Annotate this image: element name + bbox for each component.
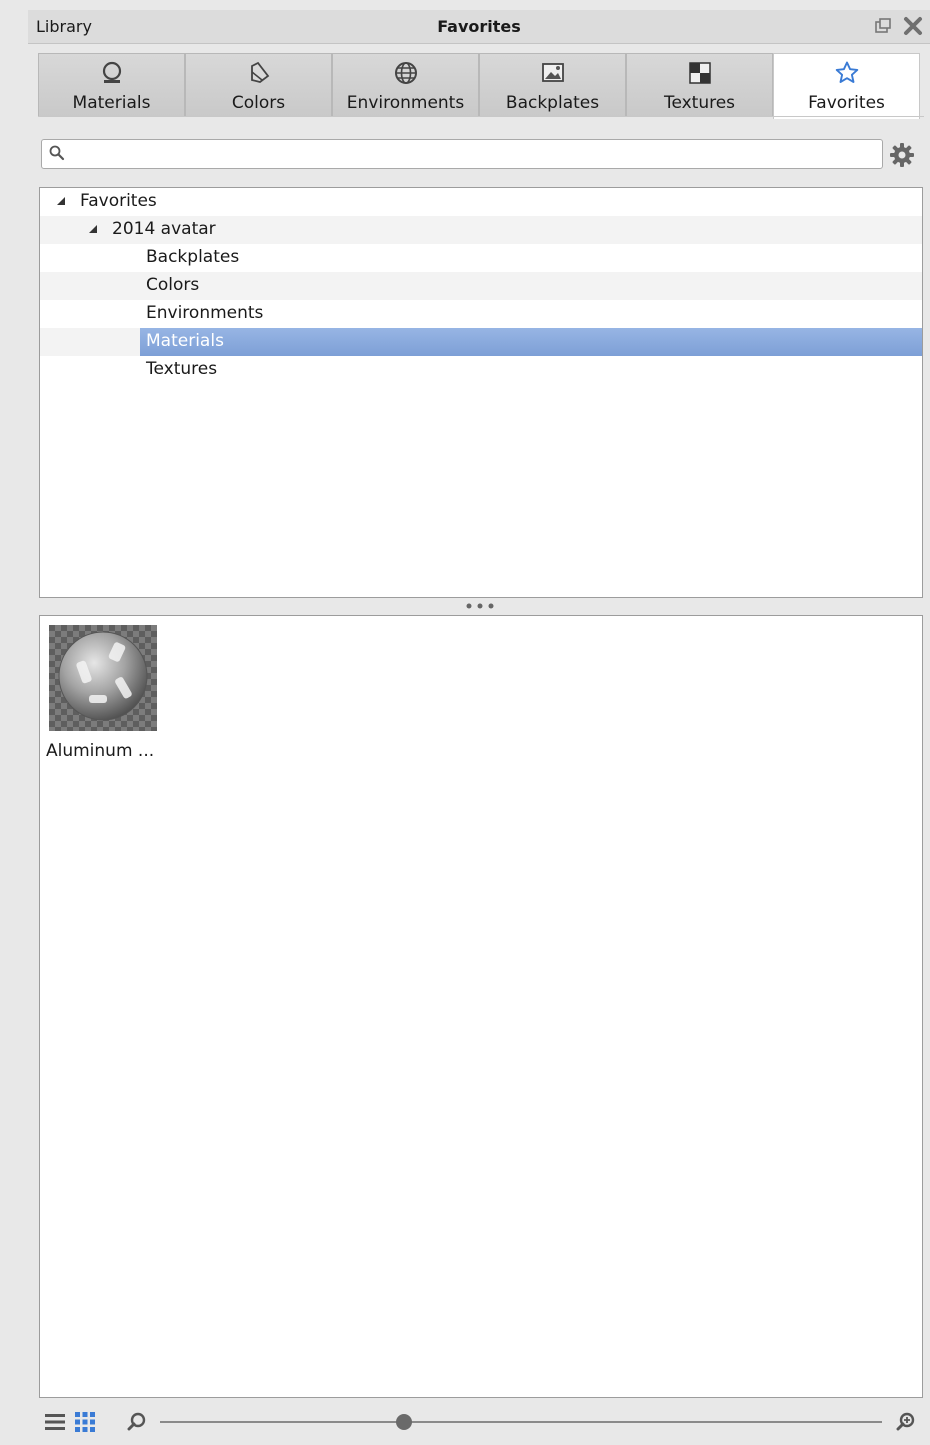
tab-textures[interactable]: Textures xyxy=(626,53,773,116)
tree-row-2014-avatar[interactable]: 2014 avatar xyxy=(40,216,922,244)
tab-materials[interactable]: Materials xyxy=(38,53,185,116)
zoom-out-icon[interactable] xyxy=(127,1412,147,1432)
tab-environments[interactable]: Environments xyxy=(332,53,479,116)
tree-row-materials[interactable]: Materials xyxy=(40,328,922,356)
tree-item-label: Environments xyxy=(146,303,264,323)
items-grid: Aluminum ... xyxy=(39,615,923,1398)
tab-divider xyxy=(38,116,924,117)
aluminum-sphere-icon xyxy=(49,625,157,731)
tree-item-label: Materials xyxy=(146,331,224,351)
tree-item-label: 2014 avatar xyxy=(112,219,216,239)
tab-label: Backplates xyxy=(505,93,600,113)
collapse-triangle-icon[interactable] xyxy=(56,196,66,206)
search-box xyxy=(41,139,883,169)
tab-label: Materials xyxy=(72,93,151,113)
tree-item-label: Favorites xyxy=(80,191,157,211)
tab-label: Environments xyxy=(346,93,465,113)
float-window-icon[interactable] xyxy=(874,17,892,35)
star-icon xyxy=(835,61,858,83)
tab-label: Textures xyxy=(663,93,736,113)
tab-backplates[interactable]: Backplates xyxy=(479,53,626,116)
tab-favorites[interactable]: Favorites xyxy=(773,53,920,119)
tree-row-colors[interactable]: Colors xyxy=(40,272,922,300)
close-icon[interactable] xyxy=(902,15,924,37)
material-sphere-icon xyxy=(102,61,121,83)
panel-heading: Favorites xyxy=(437,17,521,36)
material-thumbnail-label: Aluminum ... xyxy=(46,741,155,761)
tree-row-backplates[interactable]: Backplates xyxy=(40,244,922,272)
favorites-tree: Favorites 2014 avatar Backplates Colors … xyxy=(39,187,923,598)
tree-row-textures[interactable]: Textures xyxy=(40,356,922,384)
color-swatch-icon xyxy=(250,61,269,83)
search-input[interactable] xyxy=(68,143,872,167)
checker-icon xyxy=(688,62,711,84)
globe-icon xyxy=(394,62,417,84)
panel-titlebar: Library Favorites xyxy=(28,10,930,44)
tree-item-label: Textures xyxy=(146,359,218,379)
thumbnail-size-slider[interactable] xyxy=(160,1421,882,1423)
tree-row-favorites[interactable]: Favorites xyxy=(40,188,922,216)
zoom-in-icon[interactable] xyxy=(896,1412,916,1432)
splitter-handle-icon[interactable] xyxy=(463,602,503,610)
tab-label: Favorites xyxy=(808,93,885,113)
selection-highlight xyxy=(140,328,922,356)
tree-item-label: Colors xyxy=(146,275,200,295)
gear-icon[interactable] xyxy=(888,141,916,169)
list-view-icon[interactable] xyxy=(44,1412,66,1432)
material-thumbnail[interactable] xyxy=(49,625,157,731)
library-tabs: Materials Colors Environments Backplates… xyxy=(38,53,924,119)
collapse-triangle-icon[interactable] xyxy=(88,224,98,234)
tree-item-label: Backplates xyxy=(146,247,240,267)
image-icon xyxy=(541,63,564,82)
tab-colors[interactable]: Colors xyxy=(185,53,332,116)
slider-handle[interactable] xyxy=(396,1414,412,1430)
search-icon xyxy=(49,145,65,161)
tree-row-environments[interactable]: Environments xyxy=(40,300,922,328)
bottom-toolbar xyxy=(28,1400,930,1445)
grid-view-icon[interactable] xyxy=(74,1411,96,1433)
tab-label: Colors xyxy=(231,93,286,113)
